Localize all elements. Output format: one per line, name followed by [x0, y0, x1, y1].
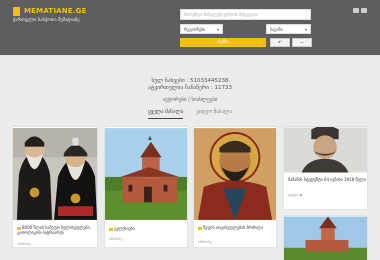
region-select-value: რეგიონები: [184, 26, 206, 32]
card-meta: ამოსახე: [17, 242, 31, 246]
tag-icon: [109, 227, 113, 231]
content-card[interactable]: [283, 215, 368, 260]
patriarchs-photo: [13, 128, 97, 220]
site-header: MEMATIANE.GE ქართველი საბჭოთა მემატიანე …: [0, 0, 380, 55]
total-views-label: სულ ნახვები: [151, 78, 185, 84]
tab-all[interactable]: ყველა მასალა: [148, 109, 184, 119]
search-button[interactable]: ძებნა: [180, 38, 266, 47]
undo-icon: ↶: [277, 39, 283, 46]
card-meta: ამოსახე: [109, 237, 123, 241]
card-meta: ამოსახე: [198, 240, 212, 244]
minus-icon: −: [299, 39, 305, 46]
site-stats: სულ ნახვები : 51033445238 ატვირთულია ჩან…: [0, 78, 380, 92]
top-icons: [353, 8, 367, 13]
content-card[interactable]: ეკლესიები ამოსახე: [104, 126, 188, 248]
content-card[interactable]: მამამის სტუდენტი 04 ივნისი 1918 წელი ვიდ…: [283, 126, 368, 210]
content-tabs: ყველა მასალა ვიდეო მასალა: [0, 109, 380, 119]
church-photo: [105, 128, 187, 220]
content-card[interactable]: 8000 წლის სამეფო ხელისუფლები, კათოლიკოს-…: [12, 126, 98, 248]
region-select[interactable]: რეგიონები ▾: [180, 24, 223, 34]
card-title: მამამის სტუდენტი 04 ივნისი 1918 წელი: [288, 177, 366, 182]
logo-icon: [13, 7, 20, 16]
uploaded-label: ატვირთულია ჩანაწერი: [147, 85, 210, 91]
subject-select[interactable]: საგანი ▾: [266, 24, 311, 34]
content-card[interactable]: შეფის თავისუფლების ბრძოლა ამოსახე: [193, 126, 277, 248]
extra-button[interactable]: −: [292, 38, 312, 47]
uploaded-row: ატვირთულია ჩანაწერი : 11733: [147, 85, 233, 91]
chevron-down-icon: ▾: [304, 26, 307, 32]
logo-title: MEMATIANE.GE: [24, 7, 87, 15]
church-photo: [284, 216, 367, 260]
card-title: შეფის თავისუფლების ბრძოლა: [198, 225, 274, 230]
uploaded-value: 11733: [214, 85, 233, 91]
reset-button[interactable]: ↶: [270, 38, 290, 47]
chevron-down-icon: ▾: [216, 26, 219, 32]
logo-subtitle: ქართველი საბჭოთა მემატიანე: [13, 18, 80, 23]
mail-icon[interactable]: [353, 8, 359, 13]
total-views-row: სულ ნახვები : 51033445238: [151, 78, 229, 84]
tab-video[interactable]: ვიდეო მასალა: [196, 109, 231, 119]
total-views-value: 51033445238: [190, 78, 229, 84]
card-title: 8000 წლის სამეფო ხელისუფლები, კათოლიკოს-…: [17, 225, 91, 235]
subject-select-value: საგანი: [270, 26, 283, 32]
man-portrait: [284, 127, 367, 173]
latest-label[interactable]: ავტორები / სიახლეები: [0, 97, 380, 103]
icon-painting: [194, 128, 276, 220]
card-meta: ვიდეო ▶: [288, 193, 303, 197]
search-input[interactable]: მოძებნეთ მასალები დროის მიხედვით: [180, 9, 311, 20]
card-title: ეკლესიები: [109, 226, 185, 231]
user-icon[interactable]: [361, 8, 367, 13]
video-icon: ▶: [300, 193, 303, 197]
tag-icon: [198, 226, 202, 230]
